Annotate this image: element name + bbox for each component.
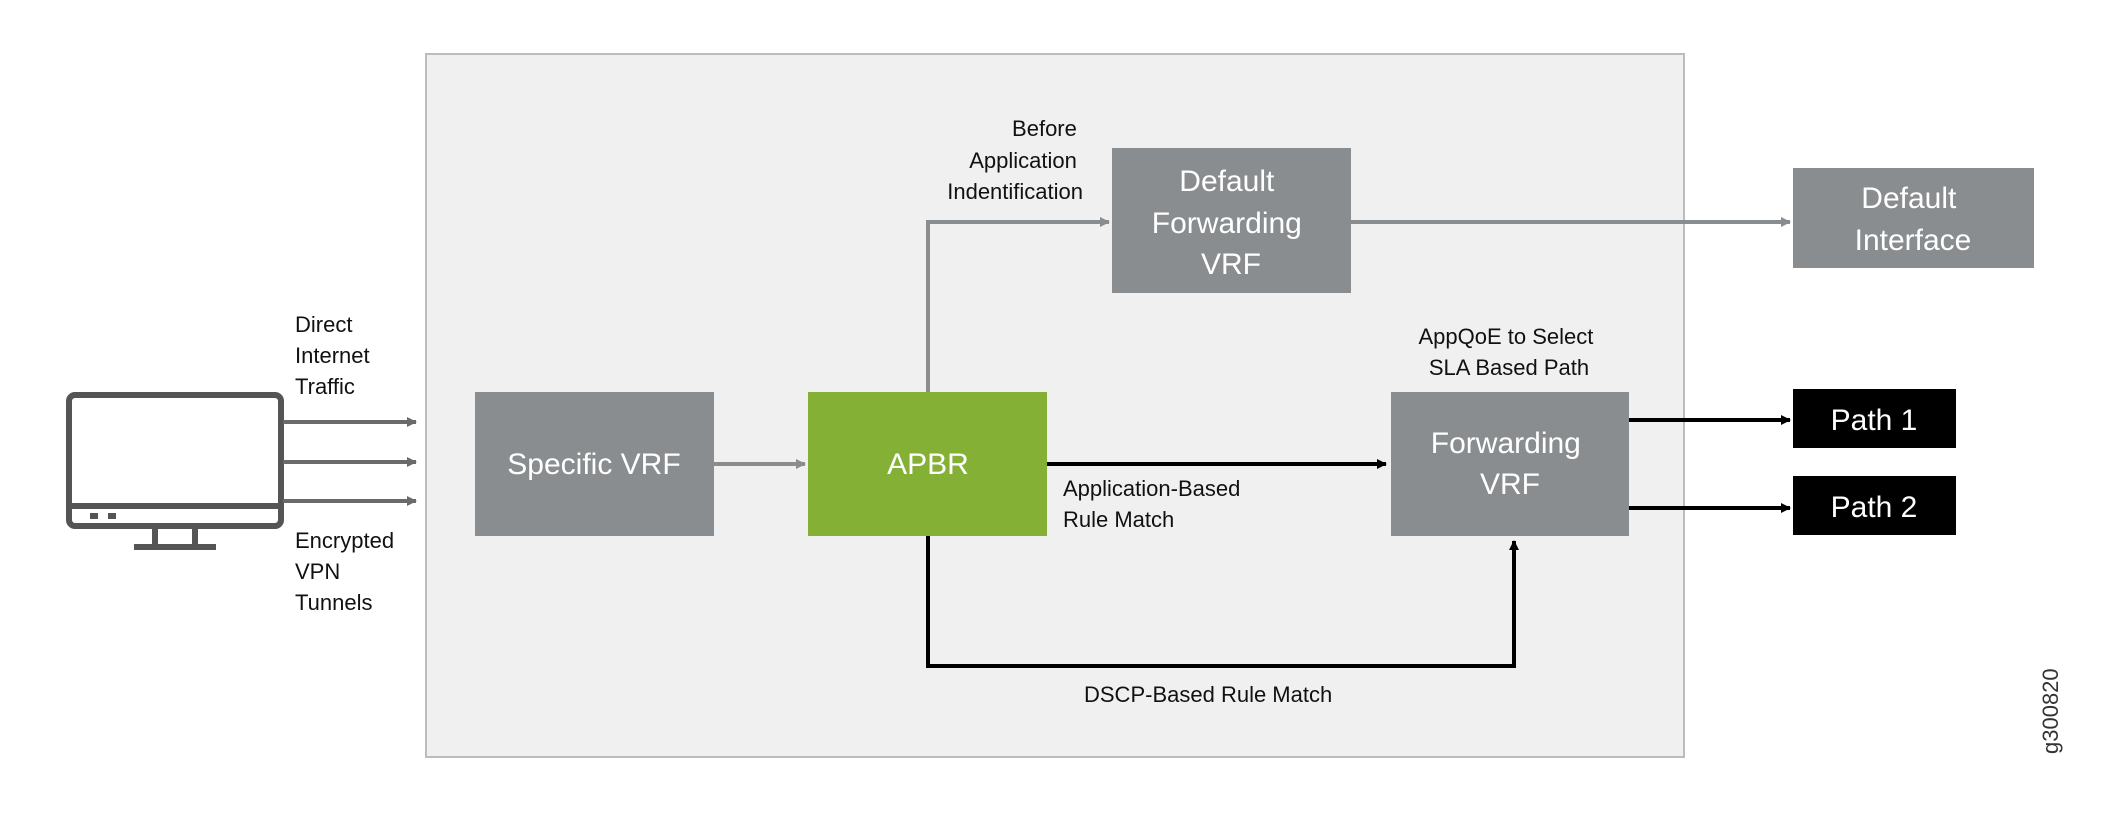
figure-id: g300820	[2038, 668, 2063, 754]
label-encrypted-vpn-tunnels: Encrypted VPN Tunnels	[295, 528, 400, 615]
node-label: Path 2	[1831, 491, 1918, 524]
label-direct-internet-traffic: Direct Internet Traffic	[295, 312, 376, 399]
node-specific-vrf: Specific VRF	[475, 392, 714, 536]
node-label: Path 1	[1831, 404, 1918, 437]
diagram-canvas: Direct Internet Traffic Encrypted VPN Tu…	[66, 53, 2063, 758]
node-path1: Path 1	[1793, 389, 1956, 448]
input-arrows	[283, 417, 417, 506]
node-default-interface: Default Interface	[1793, 168, 2034, 268]
node-apbr: APBR	[808, 392, 1047, 536]
diagram: Direct Internet Traffic Encrypted VPN Tu…	[0, 0, 2101, 813]
node-label: APBR	[887, 448, 969, 481]
node-label: Specific VRF	[507, 448, 680, 481]
monitor-icon	[66, 392, 284, 550]
label-dscp-rule-match: DSCP-Based Rule Match	[1084, 682, 1332, 707]
node-path2: Path 2	[1793, 476, 1956, 535]
node-default-forwarding-vrf: Default Forwarding VRF	[1112, 148, 1351, 293]
node-forwarding-vrf: Forwarding VRF	[1391, 392, 1629, 536]
